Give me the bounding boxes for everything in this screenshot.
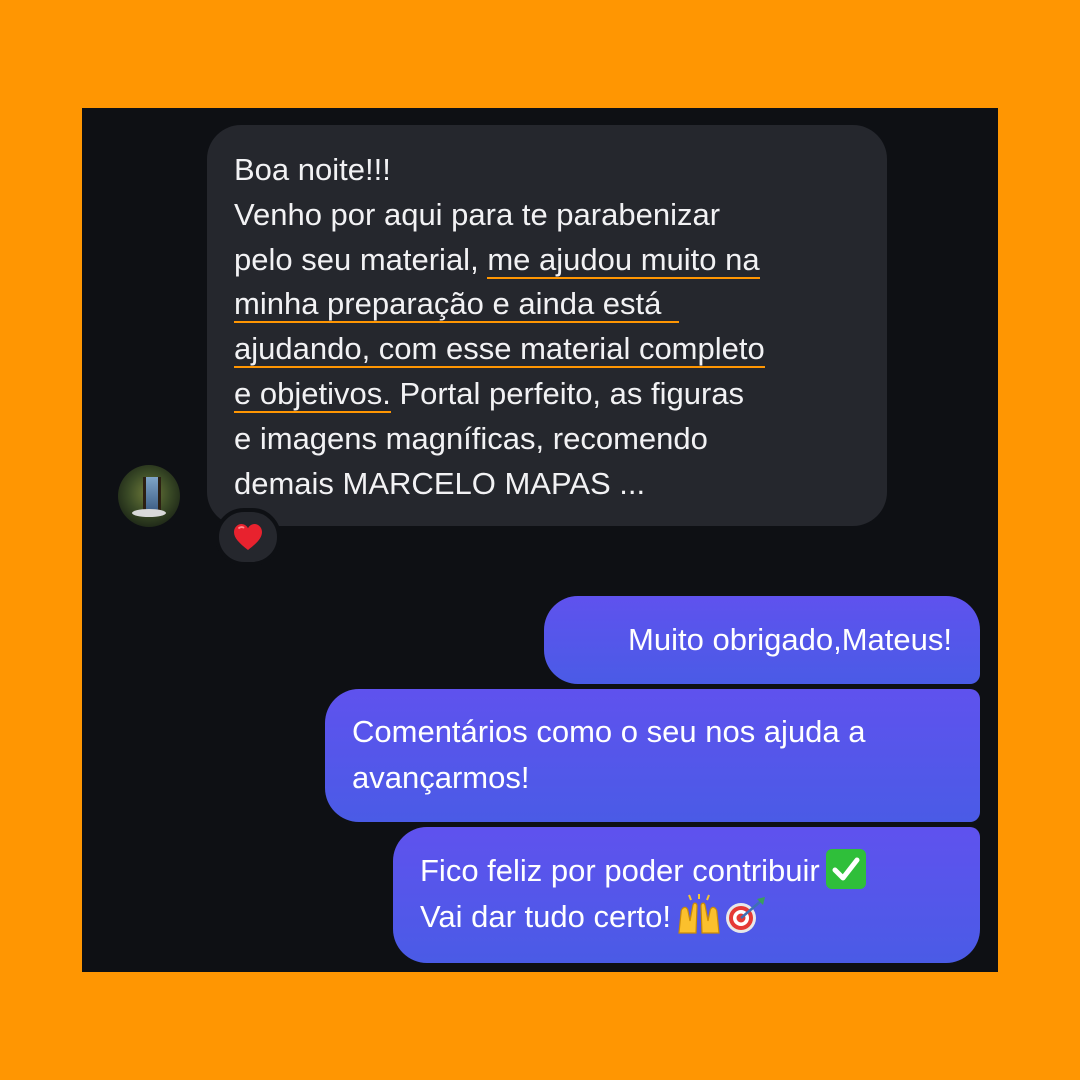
red-heart-icon [234,524,262,550]
message-line: ajudando, com esse material completo [234,327,860,372]
message-line: demais MARCELO MAPAS ... [234,465,646,501]
hourglass-image [143,477,161,511]
message-line: Fico feliz por poder contribuir [420,848,952,894]
message-line: Boa noite!!! [234,152,391,187]
chat-screen: Boa noite!!! Venho por aqui para te para… [82,108,998,972]
direct-hit-icon [723,895,767,935]
message-line: Vai dar tudo certo! [420,893,952,941]
message-line: e objetivos. Portal perfeito, as figuras [234,375,745,413]
message-line: Comentários como o seu nos ajuda a [352,714,866,749]
raising-hands-icon [675,893,723,937]
message-line: Muito obrigado,Mateus! [628,622,952,657]
underlined-text: me ajudou muito na [487,241,760,279]
message-line: avançarmos! [352,760,530,795]
check-mark-button-icon [825,848,866,889]
underlined-text: e objetivos. [234,375,391,413]
message-line: pelo seu material, me ajudou muito na [234,241,760,279]
underlined-text: ajudando, com esse material completo [234,331,765,369]
contact-avatar[interactable] [118,465,180,527]
heart-reaction[interactable] [215,508,281,566]
message-line: minha preparação e ainda está [234,282,860,327]
outgoing-message-bubble[interactable]: Fico feliz por poder contribuir Vai dar … [393,827,980,963]
message-line: Venho por aqui para te parabenizar [234,196,721,232]
outgoing-message-bubble[interactable]: Muito obrigado,Mateus! [544,596,980,684]
outgoing-message-bubble[interactable]: Comentários como o seu nos ajuda a avanç… [325,689,980,822]
underlined-text: minha preparação e ainda está [234,286,679,324]
message-line: e imagens magníficas, recomendo [234,420,708,456]
incoming-message-bubble[interactable]: Boa noite!!! Venho por aqui para te para… [207,125,887,526]
